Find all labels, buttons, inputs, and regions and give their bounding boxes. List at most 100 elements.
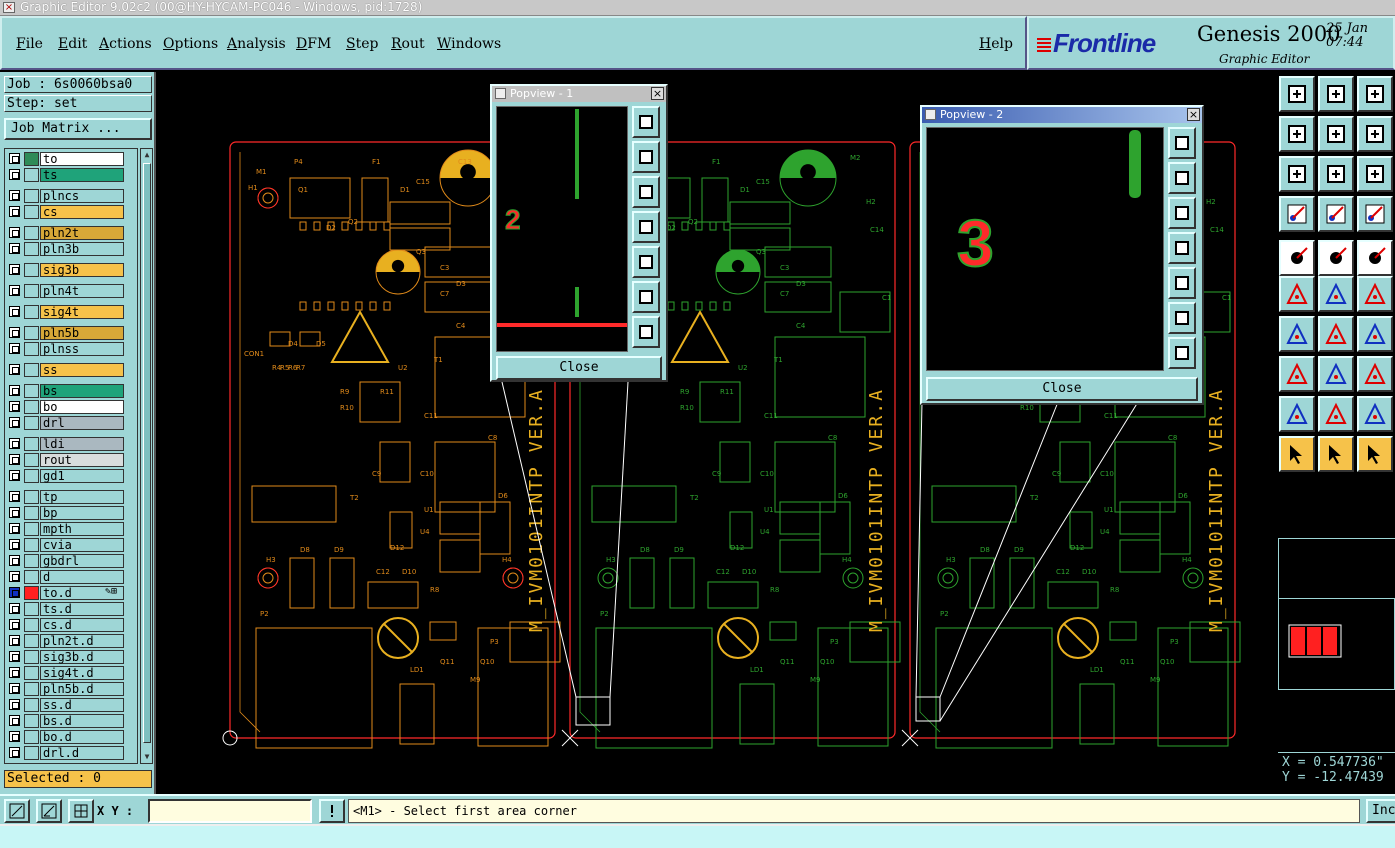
layer-color-swatch[interactable] [24, 570, 39, 584]
layer-name[interactable]: ss.d [40, 698, 124, 712]
job-matrix-button[interactable]: Job Matrix ... [4, 118, 152, 140]
layer-name[interactable]: pln5b [40, 326, 124, 340]
measure-button[interactable] [36, 799, 62, 823]
layer-name[interactable]: drl [40, 416, 124, 430]
settings-tool-button[interactable] [1279, 196, 1315, 232]
layer-checkbox[interactable] [9, 683, 20, 694]
cross-tool-button[interactable] [1318, 276, 1354, 312]
layer-row-sig3b-d[interactable]: sig3b.d [5, 649, 137, 665]
layer-color-swatch[interactable] [24, 363, 39, 377]
layer-checkbox[interactable] [9, 169, 20, 180]
layer-checkbox[interactable] [9, 587, 20, 598]
layer-checkbox[interactable] [9, 401, 20, 412]
save-tool-button[interactable] [1318, 76, 1354, 112]
select-box-tool-button[interactable] [1318, 436, 1354, 472]
layer-row-bs-d[interactable]: bs.d [5, 713, 137, 729]
layer-row-mpth[interactable]: mpth [5, 521, 137, 537]
layer-row-to[interactable]: to [5, 151, 137, 167]
layer-checkbox[interactable] [9, 667, 20, 678]
layer-row-pln3b[interactable]: pln3b [5, 241, 137, 257]
text-a-tool-button[interactable] [1318, 396, 1354, 432]
layer-row-gbdrl[interactable]: gbdrl [5, 553, 137, 569]
graphic-canvas[interactable]: M_IVM0101INTP VER.AM1P4F1C13M2H1Q1D1C15Q… [158, 72, 1278, 794]
layer-name[interactable]: tp [40, 490, 124, 504]
layer-name[interactable]: plncs [40, 189, 124, 203]
layer-color-swatch[interactable] [24, 682, 39, 696]
layer-checkbox[interactable] [9, 603, 20, 614]
layer-checkbox[interactable] [9, 731, 20, 742]
layer-name[interactable]: pln5b.d [40, 682, 124, 696]
draw-tool-button[interactable] [1318, 240, 1354, 276]
layer-color-swatch[interactable] [24, 168, 39, 182]
menu-help[interactable]: Help [979, 36, 1013, 52]
layer-checkbox[interactable] [9, 243, 20, 254]
layer-name[interactable]: ldi [40, 437, 124, 451]
rotate-tool-button[interactable] [1357, 316, 1393, 352]
layer-row-plncs[interactable]: plncs [5, 188, 137, 204]
house-tool-button[interactable] [1357, 76, 1393, 112]
layer-row-cvia[interactable]: cvia [5, 537, 137, 553]
layer-color-swatch[interactable] [24, 746, 39, 760]
undo-tool-button[interactable] [1357, 116, 1393, 152]
layer-name[interactable]: mpth [40, 522, 124, 536]
menu-step[interactable]: Step [346, 36, 378, 52]
layer-color-swatch[interactable] [24, 284, 39, 298]
layer-row-plnss[interactable]: plnss [5, 341, 137, 357]
layer-checkbox[interactable] [9, 571, 20, 582]
layer-name[interactable]: pln3b [40, 242, 124, 256]
segment-tool-button[interactable] [1318, 356, 1354, 392]
layer-checkbox[interactable] [9, 507, 20, 518]
grid-snap-button[interactable] [68, 799, 94, 823]
layer-checkbox[interactable] [9, 523, 20, 534]
layer-color-swatch[interactable] [24, 400, 39, 414]
layer-row-bo[interactable]: bo [5, 399, 137, 415]
layer-name[interactable]: bo [40, 400, 124, 414]
layer-color-swatch[interactable] [24, 305, 39, 319]
layer-checkbox[interactable] [9, 306, 20, 317]
layer-row-rout[interactable]: rout [5, 452, 137, 468]
layer-color-swatch[interactable] [24, 326, 39, 340]
zoom-in-button[interactable] [632, 281, 660, 313]
menu-dfm[interactable]: DFM [296, 36, 331, 52]
popview-2-title-bar[interactable]: Popview - 2 × [922, 107, 1202, 123]
layer-color-swatch[interactable] [24, 634, 39, 648]
layer-name[interactable]: sig3b.d [40, 650, 124, 664]
layer-color-swatch[interactable] [24, 189, 39, 203]
layer-name[interactable]: bo.d [40, 730, 124, 744]
scroll-down-icon[interactable]: ▼ [142, 752, 152, 762]
layer-row-tp[interactable]: tp [5, 489, 137, 505]
popview-1-view[interactable]: 2 [496, 106, 628, 352]
menu-edit[interactable]: Edit [58, 36, 87, 52]
layer-checkbox[interactable] [9, 190, 20, 201]
measure-tool-button[interactable] [1357, 356, 1393, 392]
layer-row-gd1[interactable]: gd1 [5, 468, 137, 484]
layer-row-ss-d[interactable]: ss.d [5, 697, 137, 713]
popview-1-close-button[interactable]: Close [496, 356, 662, 380]
close-icon[interactable]: × [1187, 108, 1200, 121]
layer-color-swatch[interactable] [24, 522, 39, 536]
line-tool-button[interactable] [1318, 316, 1354, 352]
pad-tool-button[interactable] [1279, 356, 1315, 392]
snap-tool-button[interactable] [1279, 240, 1315, 276]
layer-checkbox[interactable] [9, 327, 20, 338]
layer-checkbox[interactable] [9, 539, 20, 550]
layer-color-swatch[interactable] [24, 554, 39, 568]
zoom-left-tool-button[interactable] [1279, 116, 1315, 152]
close-icon[interactable]: × [651, 87, 664, 100]
layer-color-swatch[interactable] [24, 506, 39, 520]
zoom-fit-button[interactable] [1168, 127, 1196, 159]
layer-row-pln2t[interactable]: pln2t [5, 225, 137, 241]
menu-rout[interactable]: Rout [391, 36, 425, 52]
pan-left-button[interactable] [632, 211, 660, 243]
layer-row-pln4t[interactable]: pln4t [5, 283, 137, 299]
xy-input[interactable] [148, 799, 312, 823]
connect-tool-button[interactable] [1279, 276, 1315, 312]
zoom-fit-button[interactable] [632, 106, 660, 138]
layer-row-drl[interactable]: drl [5, 415, 137, 431]
layer-checkbox[interactable] [9, 206, 20, 217]
layer-checkbox[interactable] [9, 385, 20, 396]
layer-name[interactable]: sig4t [40, 305, 124, 319]
zoom-out-button[interactable] [1168, 337, 1196, 369]
layer-color-swatch[interactable] [24, 714, 39, 728]
layer-checkbox[interactable] [9, 699, 20, 710]
